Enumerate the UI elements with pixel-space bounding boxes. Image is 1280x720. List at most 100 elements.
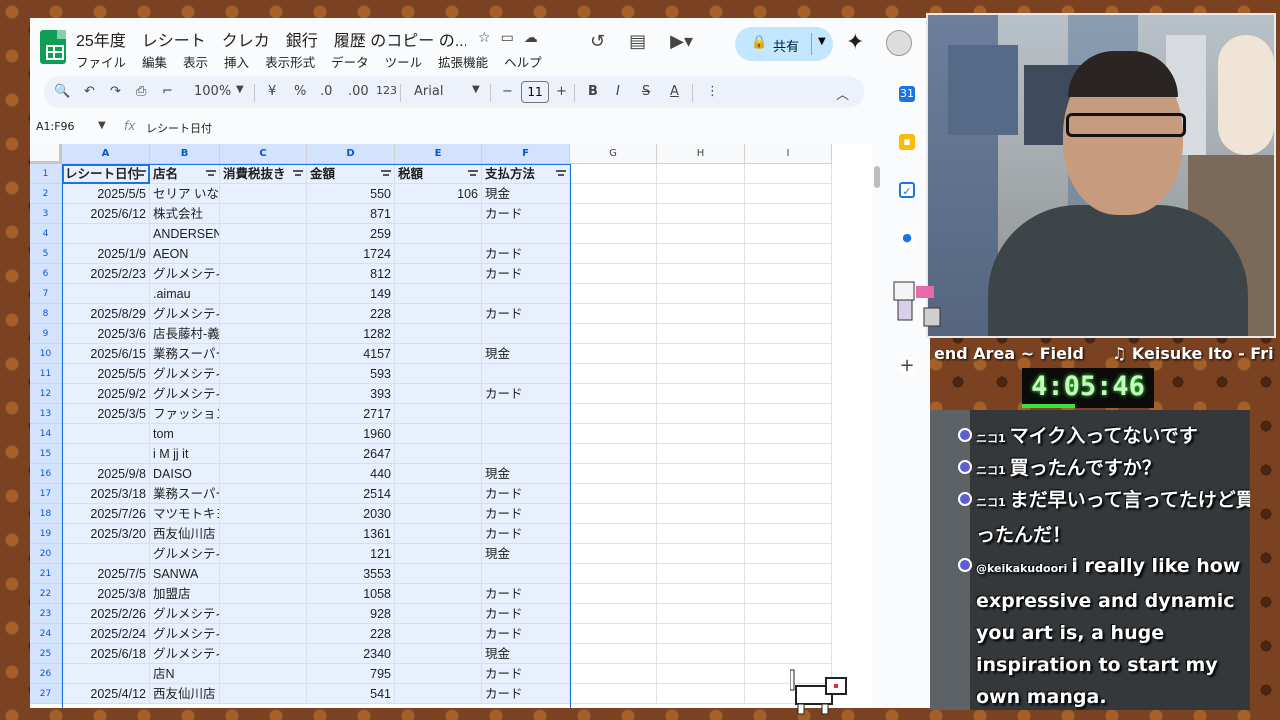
row-number[interactable]: 22 bbox=[30, 584, 62, 604]
cell[interactable] bbox=[570, 384, 657, 404]
cell[interactable] bbox=[482, 444, 570, 464]
cell[interactable] bbox=[745, 544, 832, 564]
cell[interactable] bbox=[745, 444, 832, 464]
cell[interactable] bbox=[395, 524, 482, 544]
row-number[interactable]: 14 bbox=[30, 424, 62, 444]
cell[interactable]: 株式会社 bbox=[150, 204, 220, 224]
cell[interactable]: 2025/4/12 bbox=[62, 684, 150, 704]
cell[interactable] bbox=[220, 284, 307, 304]
column-header-g[interactable]: G bbox=[570, 144, 657, 164]
menu-item[interactable]: ファイル bbox=[76, 52, 126, 71]
cell[interactable] bbox=[220, 564, 307, 584]
cell[interactable] bbox=[657, 184, 745, 204]
cell[interactable] bbox=[745, 264, 832, 284]
cell[interactable] bbox=[395, 484, 482, 504]
spreadsheet-grid[interactable]: A B C D E F G H I 1 レシート日付 店名 消費税抜き 金額 税額 支払方法 2 2025/5/5… bbox=[30, 144, 872, 708]
cell[interactable] bbox=[657, 564, 745, 584]
select-all-corner[interactable] bbox=[30, 144, 62, 164]
row-number[interactable]: 26 bbox=[30, 664, 62, 684]
cell[interactable]: グルメシティ関東 三鷹中原 bbox=[150, 544, 220, 564]
cell[interactable]: 812 bbox=[307, 264, 395, 284]
cell[interactable] bbox=[657, 504, 745, 524]
cell[interactable]: カード bbox=[482, 204, 570, 224]
cell[interactable]: カード bbox=[482, 624, 570, 644]
more-options-icon[interactable]: ⋮ bbox=[706, 84, 719, 99]
cell[interactable] bbox=[395, 644, 482, 664]
menu-item[interactable]: 表示 bbox=[183, 52, 208, 71]
cell[interactable] bbox=[745, 184, 832, 204]
row-number[interactable]: 13 bbox=[30, 404, 62, 424]
cell[interactable]: 106 bbox=[395, 184, 482, 204]
cell[interactable]: 2025/2/23 bbox=[62, 264, 150, 284]
cell[interactable] bbox=[220, 544, 307, 564]
cloud-status-icon[interactable]: ☁ bbox=[524, 30, 538, 46]
cell[interactable]: 393 bbox=[307, 384, 395, 404]
cell[interactable]: 2030 bbox=[307, 504, 395, 524]
cell[interactable] bbox=[657, 684, 745, 704]
comments-icon[interactable]: ▤ bbox=[629, 31, 646, 52]
menu-item[interactable]: 挿入 bbox=[224, 52, 249, 71]
cell[interactable] bbox=[657, 284, 745, 304]
cell[interactable]: 2025/6/12 bbox=[62, 204, 150, 224]
cell[interactable]: 2647 bbox=[307, 444, 395, 464]
cell[interactable] bbox=[570, 284, 657, 304]
print-icon[interactable]: ⎙ bbox=[136, 84, 146, 99]
row-number[interactable]: 5 bbox=[30, 244, 62, 264]
cell[interactable] bbox=[220, 404, 307, 424]
contacts-icon[interactable]: ● bbox=[899, 230, 915, 246]
keep-icon[interactable]: ▪ bbox=[899, 134, 915, 150]
cell[interactable]: 871 bbox=[307, 204, 395, 224]
menu-item[interactable]: 拡張機能 bbox=[438, 52, 488, 71]
cell[interactable] bbox=[570, 684, 657, 704]
bold-icon[interactable]: B bbox=[588, 84, 598, 99]
cell[interactable] bbox=[220, 684, 307, 704]
cell[interactable] bbox=[745, 164, 832, 184]
column-header-d[interactable]: D bbox=[307, 144, 395, 164]
font-size-input[interactable]: 11 bbox=[521, 81, 549, 103]
cell[interactable] bbox=[745, 524, 832, 544]
cell[interactable] bbox=[745, 504, 832, 524]
cell[interactable] bbox=[745, 244, 832, 264]
increase-decimal-button[interactable]: .00 bbox=[348, 84, 369, 99]
meet-icon[interactable]: ▶▾ bbox=[670, 31, 693, 52]
cell[interactable] bbox=[220, 224, 307, 244]
cell[interactable] bbox=[220, 344, 307, 364]
cell[interactable] bbox=[657, 224, 745, 244]
cell[interactable]: 2025/6/18 bbox=[62, 644, 150, 664]
filter-icon[interactable] bbox=[136, 170, 146, 178]
cell[interactable]: カード bbox=[482, 524, 570, 544]
cell[interactable]: 1724 bbox=[307, 244, 395, 264]
cell[interactable] bbox=[482, 404, 570, 424]
column-header-e[interactable]: E bbox=[395, 144, 482, 164]
cell[interactable] bbox=[745, 464, 832, 484]
cell[interactable]: 2025/6/15 bbox=[62, 344, 150, 364]
cell[interactable] bbox=[745, 404, 832, 424]
star-icon[interactable]: ☆ bbox=[478, 30, 491, 46]
cell[interactable] bbox=[745, 324, 832, 344]
menu-item[interactable]: 編集 bbox=[142, 52, 167, 71]
cell[interactable]: 1361 bbox=[307, 524, 395, 544]
cell[interactable] bbox=[745, 364, 832, 384]
cell[interactable] bbox=[570, 624, 657, 644]
cell[interactable] bbox=[395, 544, 482, 564]
cell[interactable] bbox=[745, 384, 832, 404]
header-cell-d[interactable]: 金額 bbox=[307, 164, 395, 184]
cell[interactable]: グルメシティ関東 三鷹中原 bbox=[150, 264, 220, 284]
cell[interactable] bbox=[570, 484, 657, 504]
calendar-icon[interactable]: 31 bbox=[899, 86, 915, 102]
cell[interactable]: 2025/3/20 bbox=[62, 524, 150, 544]
cell[interactable] bbox=[570, 264, 657, 284]
cell[interactable]: 現金 bbox=[482, 644, 570, 664]
column-header-f[interactable]: F bbox=[482, 144, 570, 164]
cell[interactable] bbox=[62, 424, 150, 444]
row-number[interactable]: 16 bbox=[30, 464, 62, 484]
cell[interactable] bbox=[570, 564, 657, 584]
cell[interactable] bbox=[220, 484, 307, 504]
cell[interactable] bbox=[220, 324, 307, 344]
cell[interactable]: 2025/2/24 bbox=[62, 624, 150, 644]
column-header-h[interactable]: H bbox=[657, 144, 745, 164]
row-number[interactable]: 25 bbox=[30, 644, 62, 664]
cell[interactable]: カード bbox=[482, 264, 570, 284]
header-cell-b[interactable]: 店名 bbox=[150, 164, 220, 184]
cell[interactable] bbox=[745, 644, 832, 664]
